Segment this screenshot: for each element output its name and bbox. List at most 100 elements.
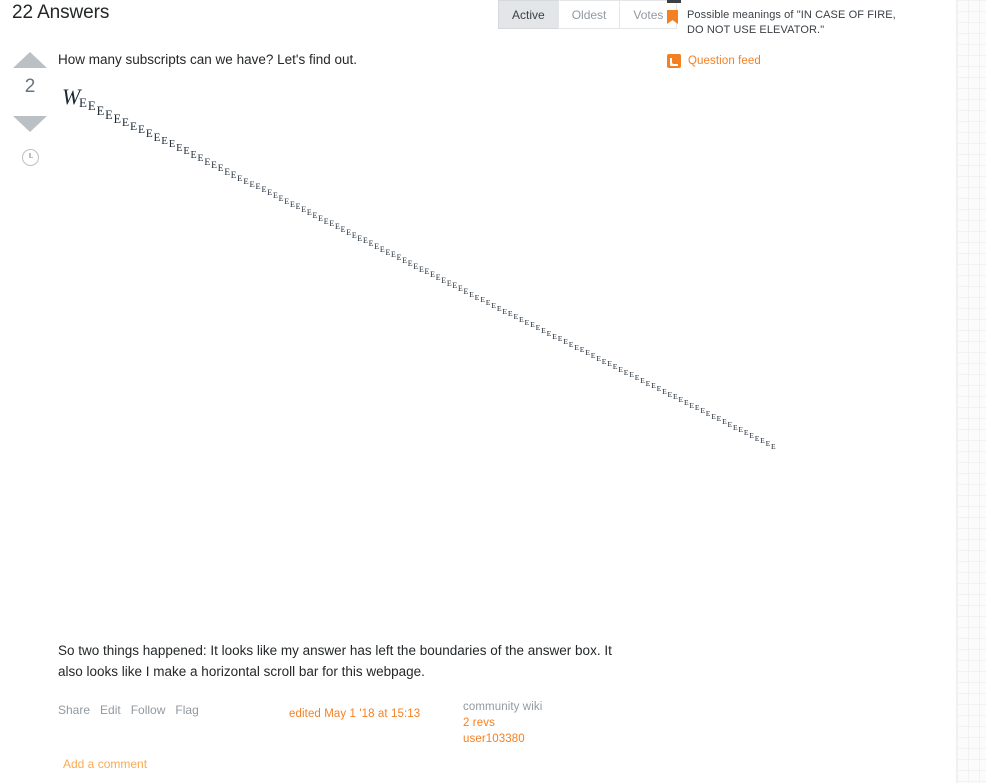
- revisions-link[interactable]: 2 revs: [463, 715, 542, 731]
- formula-subscript-letter: E: [145, 127, 153, 140]
- formula-subscript-letter: E: [496, 303, 502, 313]
- answer-intro-text: How many subscripts can we have? Let's f…: [58, 52, 357, 67]
- formula-subscript-letter: E: [705, 408, 711, 418]
- user-link[interactable]: user103380: [463, 731, 542, 747]
- formula-subscript-letter: E: [689, 400, 695, 410]
- formula-subscript-letter: E: [590, 351, 596, 361]
- formula-subscript-letter: E: [230, 169, 237, 180]
- formula-subscript-letter: E: [491, 300, 497, 310]
- formula-subscript-letter: E: [618, 364, 623, 374]
- formula-subscript-letter: E: [502, 306, 508, 316]
- formula-subscript-letter: E: [568, 339, 574, 349]
- formula-subscript-letter: E: [765, 439, 771, 449]
- page-background-texture: [956, 0, 986, 783]
- edit-link[interactable]: Edit: [100, 703, 121, 717]
- formula-subscript-letter: E: [760, 436, 765, 446]
- formula-subscript-letter: E: [552, 331, 557, 341]
- formula-subscript-letter: E: [391, 250, 396, 260]
- formula-subscript-letter: E: [396, 253, 402, 263]
- formula-subscript-letter: E: [237, 173, 243, 184]
- formula-subscript-letter: E: [601, 356, 607, 366]
- vote-score: 2: [24, 76, 36, 97]
- formula-subscript-letter: E: [407, 258, 413, 268]
- formula-subscript-letter: E: [667, 389, 673, 399]
- formula-subscript-letter: E: [368, 239, 374, 249]
- formula-subscript-letter: E: [87, 99, 96, 114]
- formula-subscript-letter: E: [312, 210, 318, 220]
- vote-down-arrow-icon[interactable]: [13, 116, 47, 132]
- tab-active[interactable]: Active: [498, 0, 558, 29]
- formula-subscript-letter: E: [441, 275, 447, 285]
- formula-subscript-letter: E: [363, 236, 368, 246]
- follow-link[interactable]: Follow: [131, 703, 166, 717]
- formula-subscript-letter: E: [435, 272, 441, 282]
- formula-subscript-letter: E: [711, 411, 716, 421]
- formula-subscript-letter: E: [273, 191, 278, 201]
- formula-subscript-letter: E: [754, 433, 760, 443]
- formula-subscript-letter: E: [629, 370, 634, 380]
- formula-subscript-letter: E: [357, 233, 363, 243]
- hot-network-question[interactable]: Possible meanings of "IN CASE OF FIRE, D…: [663, 8, 909, 38]
- formula-subscript-letter: E: [249, 179, 255, 190]
- answer-body: How many subscripts can we have? Let's f…: [58, 50, 958, 450]
- post-signature: community wiki 2 revs user103380: [463, 699, 542, 747]
- formula-subscript-letter: E: [469, 289, 474, 299]
- formula-subscript-letter: E: [507, 309, 513, 319]
- formula-subscript-letter: E: [183, 146, 190, 158]
- formula-subscript-letter: E: [346, 227, 352, 237]
- formula-subscript-letter: E: [612, 362, 618, 372]
- formula-subscript-letter: E: [694, 403, 700, 413]
- formula-subscript-letter: E: [727, 419, 733, 429]
- community-wiki-label: community wiki: [463, 701, 543, 713]
- formula-subscript-letter: E: [563, 337, 568, 347]
- formula-subscript-letter: E: [306, 208, 312, 218]
- formula-subscript-letter: E: [716, 414, 722, 424]
- formula-subscript-letter: E: [329, 219, 335, 229]
- formula-subscript-letter: E: [138, 124, 146, 137]
- hot-network-question-label: Possible meanings of "IN CASE OF FIRE, D…: [687, 9, 896, 36]
- add-comment-link[interactable]: Add a comment: [63, 757, 147, 771]
- formula-subscript-letter: E: [673, 392, 678, 402]
- formula-subscript-letter: E: [463, 286, 469, 296]
- formula-subscript-letter: E: [197, 153, 204, 165]
- history-clock-icon[interactable]: [21, 149, 39, 166]
- formula-subscript-letter: E: [732, 422, 738, 432]
- post-menu: Share Edit Follow Flag: [58, 703, 199, 717]
- formula-subscript-letter: E: [261, 185, 267, 195]
- formula-subscript-letter: E: [457, 284, 463, 294]
- tab-oldest[interactable]: Oldest: [557, 0, 620, 29]
- formula-subscript-letter: E: [743, 428, 749, 438]
- formula-subscript-letter: E: [678, 395, 684, 405]
- formula-subscript-letter: E: [651, 381, 656, 391]
- clipped-section-icon: [667, 0, 681, 3]
- formula-subscript-letter: E: [217, 163, 224, 174]
- formula-subscript-letter: E: [524, 317, 530, 327]
- formula-subscript-letter: E: [722, 417, 727, 427]
- post-footer: Share Edit Follow Flag edited May 1 '18 …: [58, 701, 958, 753]
- formula-base-letter: W: [62, 84, 81, 109]
- formula-subscript-letter: E: [278, 193, 284, 203]
- formula-subscript-letter: E: [424, 267, 430, 277]
- formula-subscript-letter: E: [318, 213, 323, 223]
- formula-subscript-letter: E: [334, 222, 340, 232]
- formula-subscript-letter: E: [204, 156, 211, 168]
- formula-subscript-letter: E: [176, 142, 183, 154]
- vote-up-arrow-icon[interactable]: [13, 52, 47, 68]
- share-link[interactable]: Share: [58, 703, 90, 717]
- edited-timestamp[interactable]: edited May 1 '18 at 15:13: [289, 708, 420, 720]
- formula-subscript-letter: E: [130, 120, 138, 134]
- formula-subscript-letter: E: [430, 270, 435, 280]
- formula-subscript-letter: E: [480, 295, 485, 305]
- formula-subscript-letter: E: [771, 441, 776, 451]
- formula-subscript-letter: E: [153, 131, 161, 144]
- formula-subscript-letter: E: [557, 334, 563, 344]
- formula-subscript-letter: E: [255, 182, 261, 192]
- formula-subscript-letter: E: [656, 384, 662, 394]
- formula-subscript-letter: E: [452, 281, 458, 291]
- formula-subscript-letter: E: [596, 353, 601, 363]
- formula-subscript-letter: E: [121, 115, 130, 130]
- flag-link[interactable]: Flag: [175, 703, 198, 717]
- formula-subscript-letter: E: [607, 359, 612, 369]
- formula-subscript-letter: E: [634, 373, 640, 383]
- formula-subscript-letter: E: [351, 230, 357, 240]
